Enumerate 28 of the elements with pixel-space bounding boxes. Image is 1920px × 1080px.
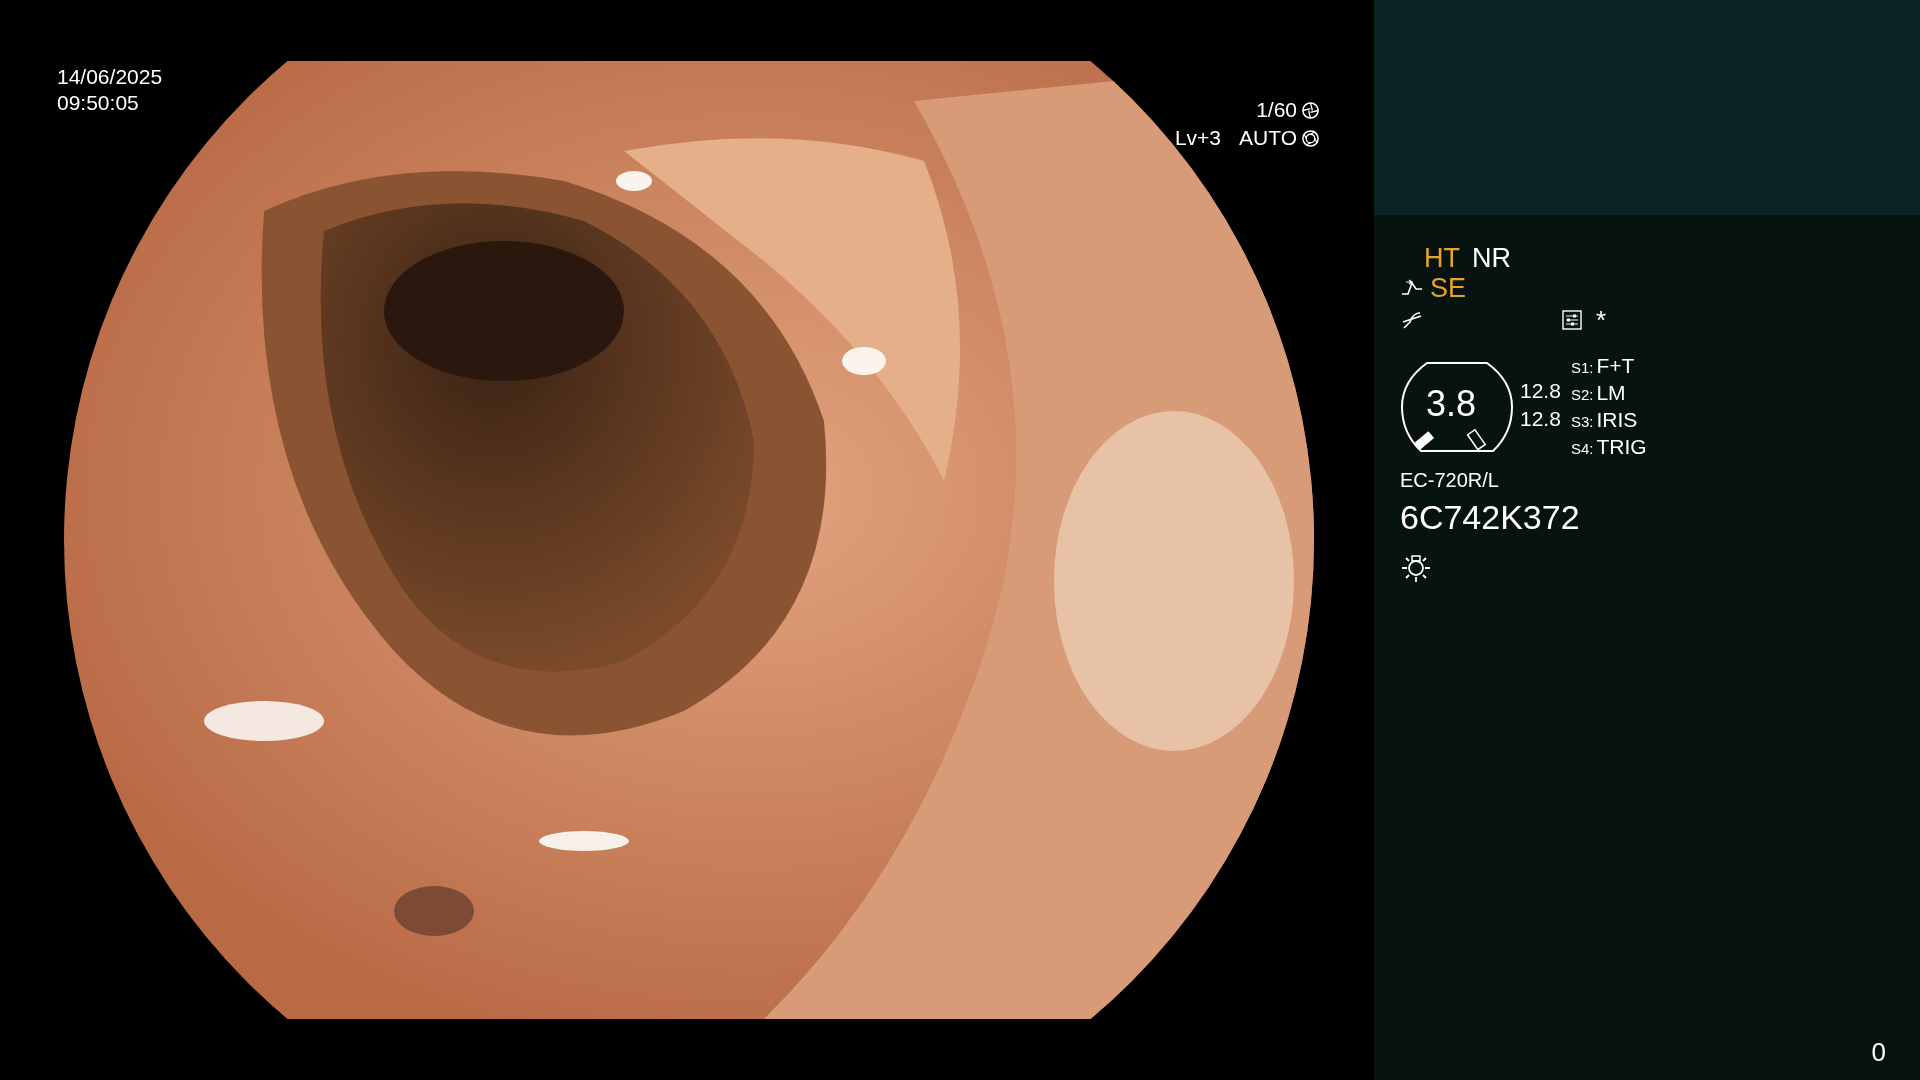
curve-icon [1400, 278, 1424, 298]
level-text: Lv+3 [1174, 126, 1222, 150]
switch-label: S2: [1570, 385, 1594, 405]
switch-value: TRIG [1596, 434, 1647, 459]
switch-value: LM [1596, 380, 1626, 405]
scope-model-text: EC-720R/L [1400, 469, 1500, 492]
switch-label: S3: [1570, 412, 1594, 432]
iris-icon [1301, 128, 1320, 148]
mode-tag: NR [1472, 242, 1511, 274]
gauge-value: 3.8 [1426, 383, 1477, 425]
mode-tag: HT [1424, 242, 1460, 274]
counter-text: 0 [1871, 1037, 1886, 1068]
switch-value: IRIS [1596, 407, 1638, 432]
mode-tag: SE [1430, 272, 1467, 304]
shutter-text: 1/60 [1256, 98, 1297, 122]
time-text: 09:50:05 [57, 90, 140, 116]
asterisk-text: * [1596, 304, 1607, 336]
slash-curve-icon [1400, 310, 1424, 330]
iris-mode-text: AUTO [1239, 126, 1297, 150]
reading-text: 12.8 [1520, 379, 1561, 403]
switch-label: S4: [1570, 439, 1594, 459]
settings-icon [1562, 310, 1582, 330]
aperture-icon [1301, 100, 1320, 120]
date-text: 14/06/2025 [57, 64, 163, 90]
switch-label: S1: [1570, 358, 1594, 378]
scope-serial-text: 6C742K372 [1400, 498, 1581, 537]
reading-text: 12.8 [1520, 407, 1561, 431]
switch-value: F+T [1596, 353, 1635, 378]
